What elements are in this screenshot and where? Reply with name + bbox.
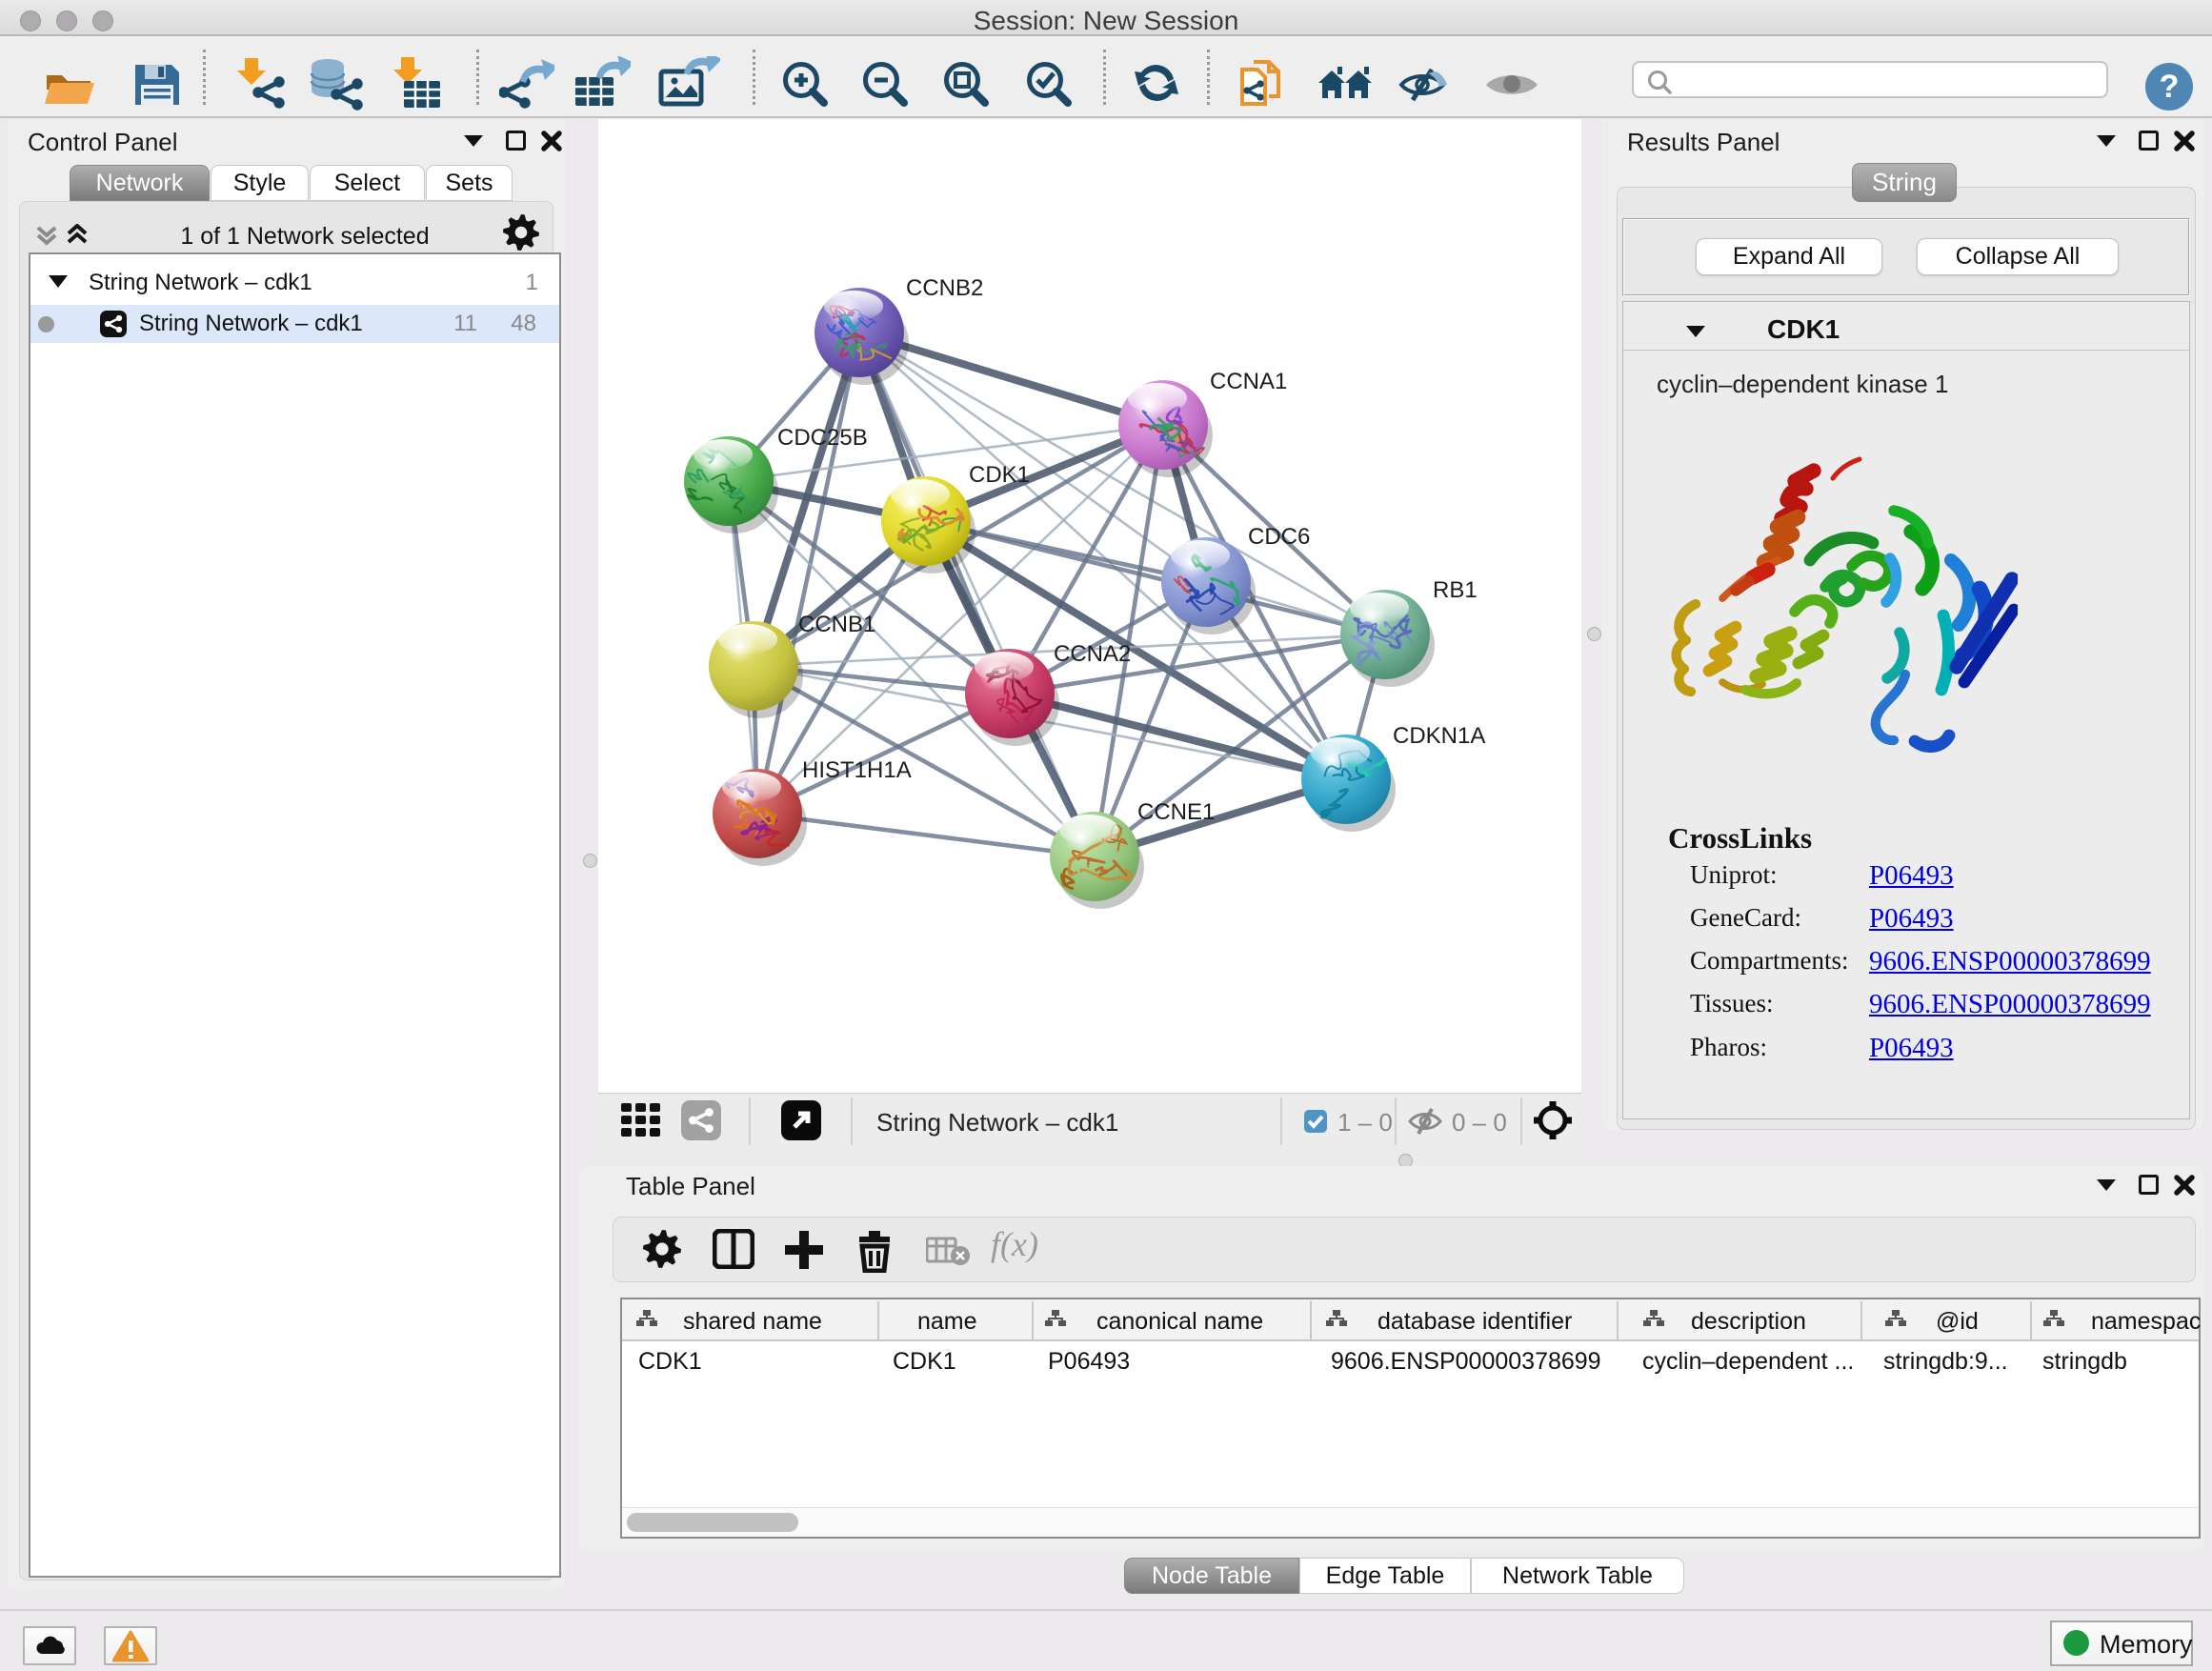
svg-text:RB1: RB1 <box>1433 577 1478 603</box>
svg-text:CCNA2: CCNA2 <box>1054 641 1131 667</box>
svg-text:CCNE1: CCNE1 <box>1137 799 1215 825</box>
svg-text:?: ? <box>2160 69 2180 105</box>
svg-text:CDC25B: CDC25B <box>777 425 868 451</box>
svg-text:CDC6: CDC6 <box>1248 524 1310 550</box>
svg-text:CCNB2: CCNB2 <box>906 275 983 301</box>
svg-text:CCNB1: CCNB1 <box>798 612 875 637</box>
svg-text:CDK1: CDK1 <box>969 462 1030 488</box>
svg-text:CCNA1: CCNA1 <box>1210 369 1287 394</box>
svg-text:CDKN1A: CDKN1A <box>1393 723 1485 749</box>
svg-text:HIST1H1A: HIST1H1A <box>802 757 912 783</box>
